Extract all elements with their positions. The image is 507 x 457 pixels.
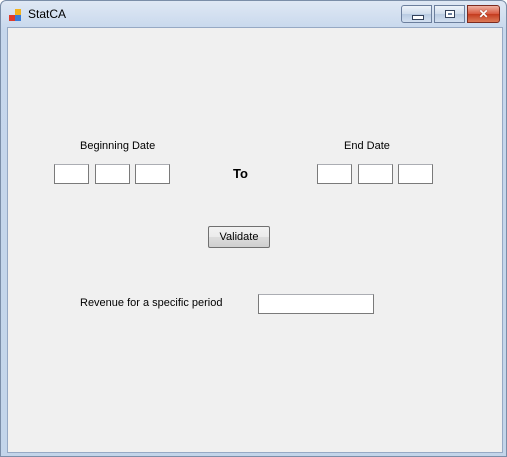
close-button[interactable]: ✕ <box>467 5 500 23</box>
form-client-area: Beginning Date End Date To Validate Reve… <box>7 27 503 453</box>
maximize-icon <box>445 10 455 18</box>
end-month-input[interactable] <box>358 164 393 184</box>
validate-button[interactable]: Validate <box>208 226 270 248</box>
beginning-date-label: Beginning Date <box>80 140 156 152</box>
title-bar[interactable]: StatCA ✕ <box>1 1 506 27</box>
beginning-month-input[interactable] <box>95 164 130 184</box>
beginning-day-input[interactable] <box>54 164 89 184</box>
revenue-label: Revenue for a specific period <box>80 297 223 309</box>
app-window: StatCA ✕ Beginning Date End Date To Vali… <box>0 0 507 457</box>
to-label: To <box>233 166 248 181</box>
end-year-input[interactable] <box>398 164 433 184</box>
icon-square-blue <box>15 15 21 21</box>
maximize-button[interactable] <box>434 5 465 23</box>
app-form-icon[interactable] <box>9 9 22 21</box>
beginning-year-input[interactable] <box>135 164 170 184</box>
minimize-icon <box>412 15 424 20</box>
end-day-input[interactable] <box>317 164 352 184</box>
window-title: StatCA <box>28 7 67 21</box>
close-icon: ✕ <box>478 7 489 21</box>
end-date-label: End Date <box>344 140 390 152</box>
revenue-output[interactable] <box>258 294 374 314</box>
minimize-button[interactable] <box>401 5 432 23</box>
